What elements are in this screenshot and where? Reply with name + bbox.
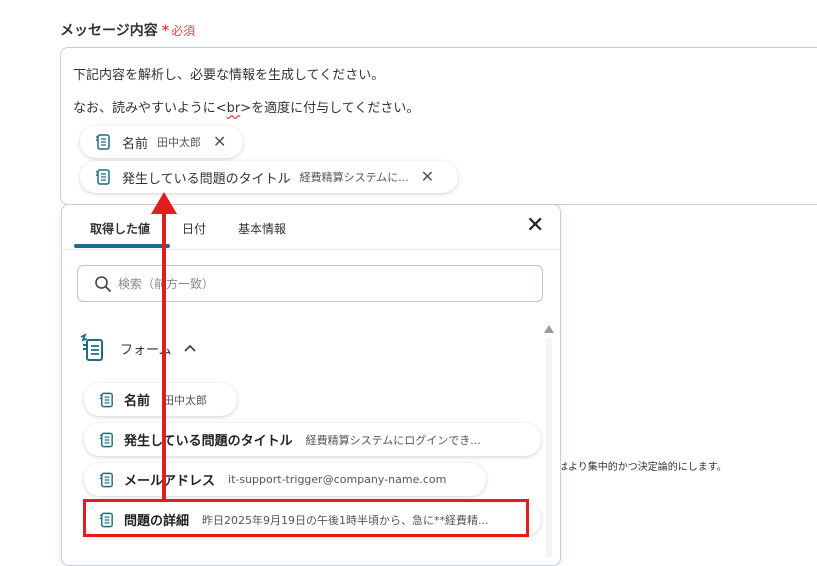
br-tag-text: br [226,101,241,116]
tab-date[interactable]: 日付 [182,220,206,237]
message-line-2-start: なお、読みやすいように< [73,101,227,116]
item-name: 名前 [124,394,151,409]
item-value: it-support-trigger@company-name.com [228,473,447,486]
annotation-highlight-box [83,499,529,537]
chip-value: 経費精算システムに... [299,171,409,184]
field-label: メッセージ内容 * 必須 [60,20,195,40]
message-line-2-end: >を適度に付与してください。 [240,101,420,116]
field-label-text: メッセージ内容 [60,23,158,39]
tab-bar: 取得した値 日付 基本情報 ✕ [62,205,560,250]
chip-name: 発生している問題のタイトル [122,171,291,187]
required-star: * [161,23,170,39]
form-field-icon [96,169,110,185]
scrollbar[interactable] [546,337,552,557]
chip-name: 名前 [122,136,149,152]
form-field-icon [99,472,113,487]
active-tab-indicator [74,244,170,248]
annotation-arrow-head-icon [151,192,177,214]
form-field-icon [96,134,110,150]
item-value: 田中太郎 [163,393,208,407]
message-line-2: なお、読みやすいように<br>を適度に付与してください。 [73,97,419,116]
form-field-icon [99,432,113,447]
form-field-icon [99,392,113,407]
inserted-chip-title[interactable]: 発生している問題のタイトル 経費精算システムに... ✕ [80,161,458,193]
item-name: メールアドレス [124,474,216,489]
inserted-chip-name[interactable]: 名前 田中太郎 ✕ [80,126,243,158]
scroll-up-arrow-icon[interactable] [544,325,554,333]
form-icon [80,333,103,361]
list-item-issue-title[interactable]: 発生している問題のタイトル 経費精算システムにログインでき... [84,423,541,456]
search-input[interactable]: 検索（前方一致） [77,265,543,302]
group-header-form[interactable]: フォーム [78,333,196,363]
chevron-up-icon[interactable] [183,344,196,352]
chip-remove-icon[interactable]: ✕ [213,134,226,150]
message-line-1: 下記内容を解析し、必要な情報を生成してください。 [73,68,385,83]
list-item-name[interactable]: 名前 田中太郎 [84,383,237,416]
tab-acquired-values[interactable]: 取得した値 [90,220,150,237]
background-description-text: はより集中的かつ決定論的にします。 [558,462,727,473]
required-text: 必須 [171,24,196,38]
item-value: 経費精算システムにログインでき... [305,433,481,447]
item-name: 発生している問題のタイトル [124,434,293,449]
chip-value: 田中太郎 [157,136,202,149]
search-icon [95,275,111,292]
annotation-arrow-shaft [162,210,166,500]
search-placeholder: 検索（前方一致） [118,277,215,291]
chip-remove-icon[interactable]: ✕ [421,169,434,185]
close-icon[interactable]: ✕ [526,215,544,237]
tab-basic-info[interactable]: 基本情報 [238,220,286,237]
list-item-email[interactable]: メールアドレス it-support-trigger@company-name.… [84,463,486,496]
